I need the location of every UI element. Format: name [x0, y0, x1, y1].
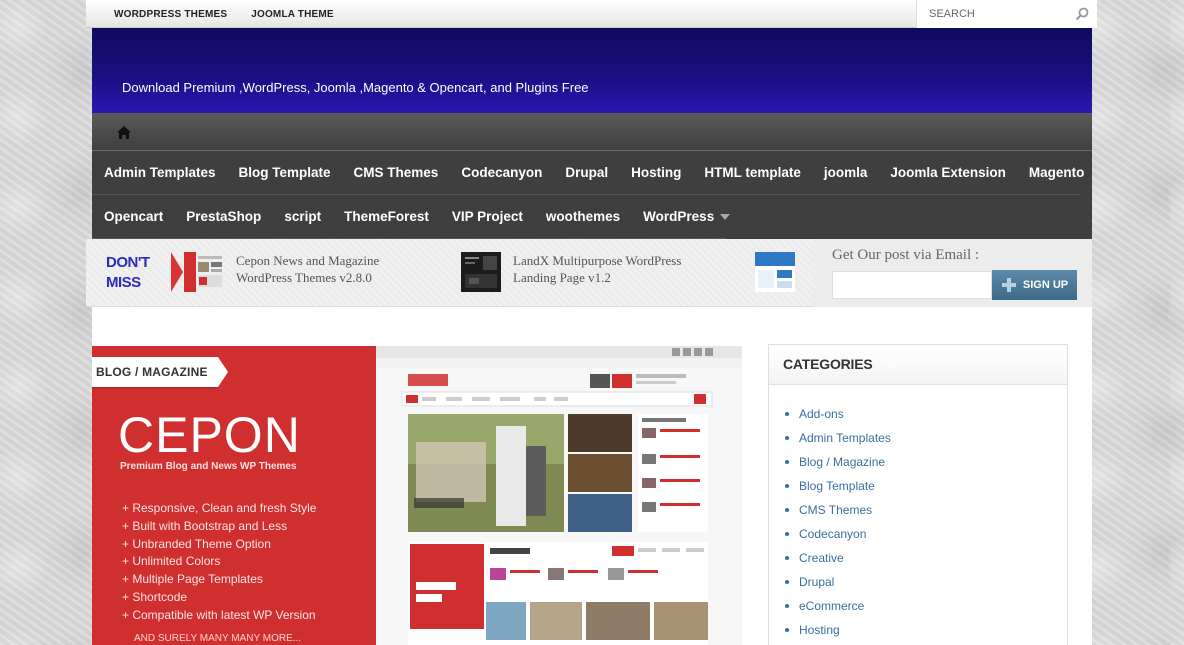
nav-item-opencart[interactable]: Opencart [104, 209, 163, 224]
theme-preview-mockup [376, 346, 742, 645]
list-item[interactable]: Hosting [785, 618, 1067, 642]
home-bar [92, 113, 1092, 151]
sign-up-button[interactable]: SIGN UP [992, 270, 1077, 300]
category-link-codecanyon[interactable]: Codecanyon [799, 522, 866, 546]
dont-miss-label: DON'T MISS [106, 253, 156, 293]
feature-bullet-list: Responsive, Clean and fresh Style Built … [122, 500, 316, 625]
dont-miss-bar: DON'T MISS Cepon News and Magazine WordP… [86, 239, 1092, 307]
feature-bullet: Unbranded Theme Option [122, 536, 316, 554]
ticker-item-title[interactable]: LandX Multipurpose WordPress Landing Pag… [513, 252, 683, 292]
nav-item-blog-template[interactable]: Blog Template [239, 165, 331, 180]
ticker-item-title-line1: Cepon News and Magazine [236, 253, 380, 268]
ticker-item[interactable]: Cepon News and Magazine WordPress Themes… [184, 252, 406, 292]
chevron-down-icon [720, 214, 731, 221]
site-header: Download Premium ,WordPress, Joomla ,Mag… [92, 28, 1092, 113]
ticker-item[interactable]: LandX Multipurpose WordPress Landing Pag… [461, 252, 683, 292]
list-item[interactable]: Codecanyon [785, 522, 1067, 546]
top-bar: WORDPRESS THEMES JOOMLA THEME [86, 0, 1097, 28]
list-item[interactable]: Blog / Magazine [785, 450, 1067, 474]
categories-widget: CATEGORIES Add-ons Admin Templates Blog … [768, 344, 1068, 645]
nav-item-themeforest[interactable]: ThemeForest [344, 209, 429, 224]
email-signup: Get Our post via Email : SIGN UP [814, 239, 1092, 307]
nav-item-codecanyon[interactable]: Codecanyon [461, 165, 542, 180]
top-links: WORDPRESS THEMES JOOMLA THEME [114, 0, 334, 28]
search-box [916, 0, 1097, 28]
feature-logo: CEPON [118, 407, 301, 463]
nav-item-woothemes[interactable]: woothemes [546, 209, 620, 224]
category-link-admin-templates[interactable]: Admin Templates [799, 426, 891, 450]
nav-row-1: Admin Templates Blog Template CMS Themes… [92, 151, 1084, 195]
email-field[interactable] [832, 271, 992, 299]
nav-item-admin-templates[interactable]: Admin Templates [104, 165, 216, 180]
feature-more-text: AND SURELY MANY MANY MORE... [134, 633, 302, 644]
main-content: CEPON Premium Blog and News WP Themes Re… [92, 307, 1092, 645]
dont-miss-label-line2: MISS [106, 274, 141, 291]
search-icon[interactable] [1075, 7, 1089, 21]
feature-bullet: Built with Bootstrap and Less [122, 518, 316, 536]
nav-item-html-template[interactable]: HTML template [704, 165, 801, 180]
nav-item-script[interactable]: script [284, 209, 321, 224]
nav-item-drupal[interactable]: Drupal [565, 165, 608, 180]
email-signup-label: Get Our post via Email : [832, 247, 980, 263]
list-item[interactable]: eCommerce [785, 594, 1067, 618]
category-link-blog-template[interactable]: Blog Template [799, 474, 875, 498]
plus-icon [1001, 277, 1017, 293]
ticker-item-title[interactable]: Cepon News and Magazine WordPress Themes… [236, 252, 406, 292]
categories-title: CATEGORIES [783, 356, 873, 372]
home-icon[interactable] [116, 125, 132, 140]
post-thumbnail[interactable] [461, 252, 501, 292]
category-link-hosting[interactable]: Hosting [799, 618, 840, 642]
category-link-ecommerce[interactable]: eCommerce [799, 594, 864, 618]
feature-bullet: Unlimited Colors [122, 553, 316, 571]
sign-up-button-label: SIGN UP [1022, 279, 1069, 291]
post-thumbnail[interactable] [755, 252, 795, 292]
page-wrapper: WORDPRESS THEMES JOOMLA THEME Download P… [86, 0, 1097, 645]
top-link-joomla-theme[interactable]: JOOMLA THEME [251, 9, 334, 20]
feature-subtitle: Premium Blog and News WP Themes [120, 461, 297, 472]
nav-row-2: Opencart PrestaShop script ThemeForest V… [92, 195, 731, 239]
list-item[interactable]: Admin Templates [785, 426, 1067, 450]
categories-header: CATEGORIES [769, 345, 1067, 385]
category-badge[interactable]: BLOG / MAGAZINE [92, 357, 228, 387]
feature-bullet: Compatible with latest WP Version [122, 607, 316, 625]
list-item[interactable]: Add-ons [785, 402, 1067, 426]
featured-post-image[interactable]: CEPON Premium Blog and News WP Themes Re… [92, 346, 742, 645]
ticker-item-title-line1: LandX Multipurpose WordPress [513, 253, 682, 268]
dont-miss-label-line1: DON'T [106, 254, 150, 271]
list-item[interactable]: Drupal [785, 570, 1067, 594]
nav-item-vip-project[interactable]: VIP Project [452, 209, 523, 224]
top-link-wordpress-themes[interactable]: WORDPRESS THEMES [114, 9, 227, 20]
nav-item-cms-themes[interactable]: CMS Themes [354, 165, 439, 180]
categories-list: Add-ons Admin Templates Blog / Magazine … [769, 385, 1067, 642]
feature-promo-panel: CEPON Premium Blog and News WP Themes Re… [92, 346, 376, 645]
arrow-right-icon [171, 252, 183, 292]
nav-item-magento[interactable]: Magento [1029, 165, 1085, 180]
category-link-creative[interactable]: Creative [799, 546, 844, 570]
nav-item-joomla-extension[interactable]: Joomla Extension [890, 165, 1006, 180]
nav-item-wordpress-label: WordPress [643, 209, 715, 224]
list-item[interactable]: CMS Themes [785, 498, 1067, 522]
category-link-add-ons[interactable]: Add-ons [799, 402, 844, 426]
site-tagline: Download Premium ,WordPress, Joomla ,Mag… [122, 80, 589, 95]
list-item[interactable]: Blog Template [785, 474, 1067, 498]
search-input[interactable] [917, 0, 1072, 28]
ticker-item-title-line2: WordPress Themes v2.8.0 [236, 270, 372, 285]
category-link-blog-magazine[interactable]: Blog / Magazine [799, 450, 885, 474]
main-nav: Admin Templates Blog Template CMS Themes… [92, 113, 1092, 239]
category-link-cms-themes[interactable]: CMS Themes [799, 498, 872, 522]
ticker-item[interactable] [755, 252, 799, 292]
feature-bullet: Responsive, Clean and fresh Style [122, 500, 316, 518]
nav-item-hosting[interactable]: Hosting [631, 165, 681, 180]
nav-item-wordpress[interactable]: WordPress [643, 209, 731, 224]
feature-theme-preview [376, 346, 742, 645]
feature-bullet: Multiple Page Templates [122, 571, 316, 589]
category-link-drupal[interactable]: Drupal [799, 570, 834, 594]
list-item[interactable]: Creative [785, 546, 1067, 570]
post-thumbnail[interactable] [184, 252, 224, 292]
ticker-item-title-line2: Landing Page v1.2 [513, 270, 611, 285]
nav-item-joomla[interactable]: joomla [824, 165, 868, 180]
nav-item-prestashop[interactable]: PrestaShop [186, 209, 261, 224]
feature-bullet: Shortcode [122, 589, 316, 607]
